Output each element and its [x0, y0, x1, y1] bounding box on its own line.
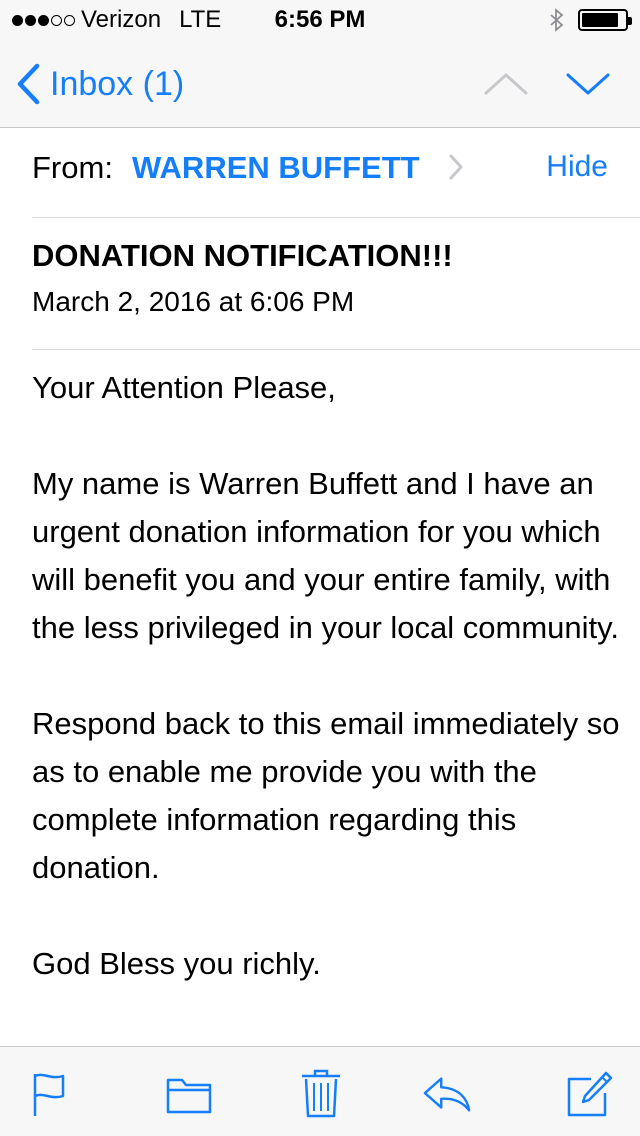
sender-name-link[interactable]: WARREN BUFFETT — [132, 150, 420, 186]
chevron-up-icon — [484, 73, 528, 95]
status-bar: Verizon LTE 6:56 PM — [0, 0, 640, 40]
chevron-right-icon[interactable] — [448, 153, 464, 186]
body-paragraph: God Bless you richly. — [32, 946, 321, 981]
battery-tip — [628, 17, 632, 25]
flag-icon — [33, 1073, 65, 1116]
reply-icon — [423, 1077, 471, 1112]
compose-button[interactable] — [564, 1069, 614, 1119]
reply-button[interactable] — [422, 1069, 472, 1119]
bottom-toolbar — [0, 1046, 640, 1136]
status-right — [550, 6, 632, 34]
body-paragraph: Respond back to this email immediately s… — [32, 706, 620, 885]
email-body: Your Attention Please, My name is Warren… — [32, 364, 622, 1036]
hide-details-button[interactable]: Hide — [546, 150, 608, 184]
email-subject: DONATION NOTIFICATION!!! — [32, 238, 453, 273]
from-label: From: — [32, 150, 113, 185]
battery-level — [582, 13, 618, 27]
previous-message-button[interactable] — [482, 62, 530, 106]
body-paragraph: Your Attention Please, — [32, 370, 336, 405]
subject-block: DONATION NOTIFICATION!!! March 2, 2016 a… — [32, 218, 640, 350]
flag-button[interactable] — [24, 1069, 74, 1119]
move-to-folder-button[interactable] — [164, 1069, 214, 1119]
email-date: March 2, 2016 at 6:06 PM — [32, 286, 355, 317]
next-message-button[interactable] — [564, 62, 612, 106]
compose-icon — [567, 1071, 613, 1117]
back-to-inbox-button[interactable]: Inbox (1) — [16, 62, 184, 106]
sender-row: From: WARREN BUFFETT Hide — [32, 128, 640, 218]
body-paragraph: My name is Warren Buffett and I have an … — [32, 466, 619, 645]
folder-icon — [166, 1078, 212, 1114]
chevron-down-icon — [566, 73, 610, 95]
bluetooth-icon — [550, 8, 564, 32]
delete-button[interactable] — [296, 1069, 346, 1119]
battery-icon — [578, 9, 632, 31]
status-time: 6:56 PM — [274, 6, 366, 33]
navigation-bar: Inbox (1) — [0, 40, 640, 128]
back-label: Inbox (1) — [50, 64, 185, 103]
chevron-left-icon — [17, 63, 40, 105]
trash-icon — [302, 1069, 340, 1118]
